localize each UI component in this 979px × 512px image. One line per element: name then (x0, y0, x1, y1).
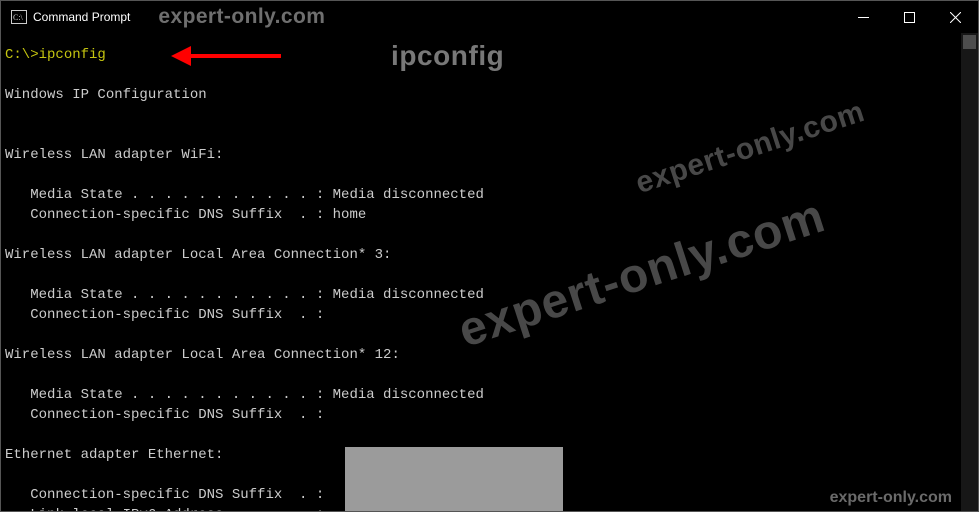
minimize-button[interactable] (840, 1, 886, 33)
close-button[interactable] (932, 1, 978, 33)
cmd-icon: C:\ (11, 10, 27, 24)
redacted-block (345, 447, 563, 511)
titlebar[interactable]: C:\ Command Prompt expert-only.com (1, 1, 978, 33)
maximize-button[interactable] (886, 1, 932, 33)
command-prompt-window: C:\ Command Prompt expert-only.com C:\>i… (0, 0, 979, 512)
vertical-scrollbar[interactable] (961, 33, 978, 511)
typed-command: ipconfig (39, 47, 106, 63)
prompt-path: C:\ (5, 47, 30, 63)
terminal-output[interactable]: C:\>ipconfig Windows IP Configuration Wi… (1, 33, 961, 511)
prompt-char: > (30, 47, 38, 63)
scroll-thumb[interactable] (963, 35, 976, 49)
window-controls (840, 1, 978, 33)
titlebar-watermark: expert-only.com (158, 5, 325, 29)
svg-text:C:\: C:\ (13, 13, 24, 22)
terminal-area: C:\>ipconfig Windows IP Configuration Wi… (1, 33, 978, 511)
footer-watermark: expert-only.com (830, 489, 952, 507)
window-title: Command Prompt (33, 10, 130, 24)
